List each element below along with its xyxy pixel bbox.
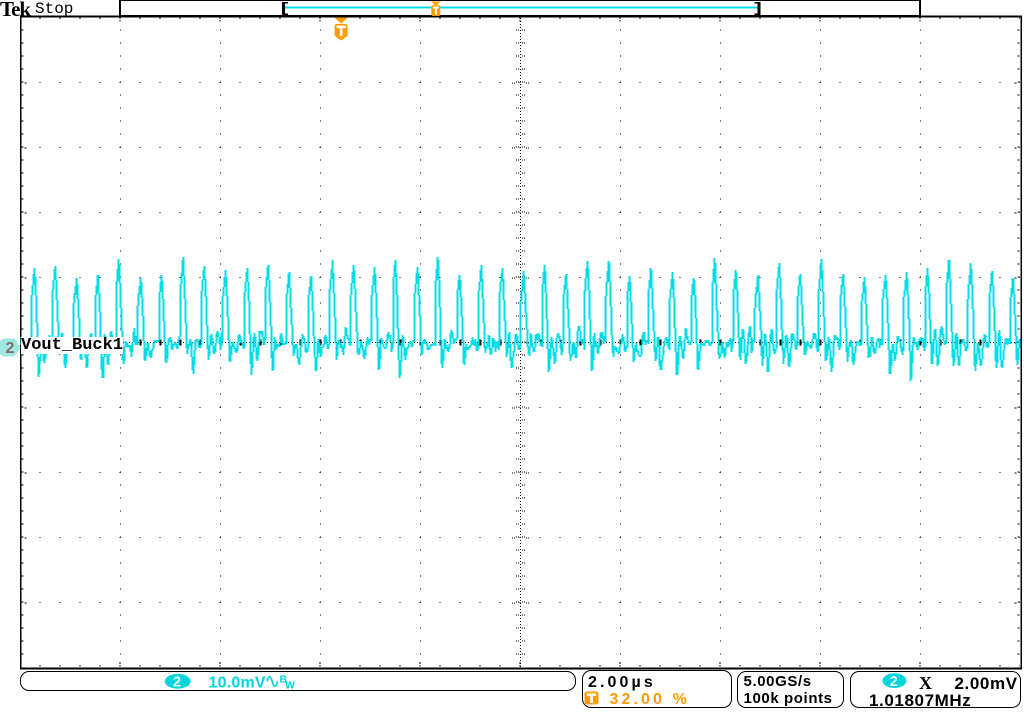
svg-text:10.0mV: 10.0mV <box>209 675 266 692</box>
svg-text:2: 2 <box>6 340 15 357</box>
svg-text:W: W <box>285 680 295 692</box>
svg-text:2: 2 <box>173 675 181 691</box>
svg-text:2: 2 <box>890 674 898 690</box>
